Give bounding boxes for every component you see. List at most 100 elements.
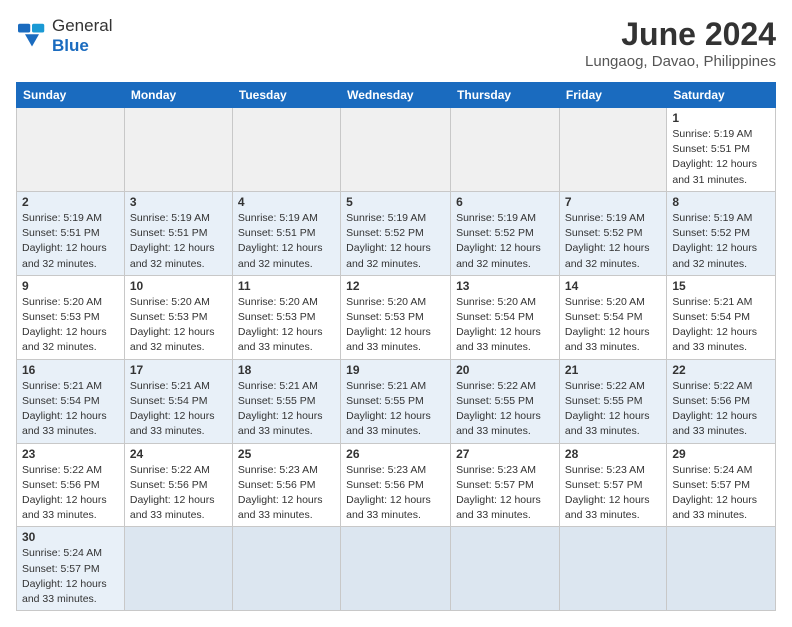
day-number: 4 (238, 195, 335, 209)
day-info: Sunrise: 5:21 AM Sunset: 5:55 PM Dayligh… (238, 379, 335, 440)
calendar-day-cell: 2 Sunrise: 5:19 AM Sunset: 5:51 PM Daylig… (17, 191, 125, 275)
calendar-day-cell: 17 Sunrise: 5:21 AM Sunset: 5:54 PM Dayli… (124, 359, 232, 443)
calendar-day-cell: 11Sunrise: 5:20 AM Sunset: 5:53 PM Dayli… (232, 275, 340, 359)
calendar-day-cell (667, 527, 776, 611)
day-number: 26 (346, 447, 445, 461)
calendar-day-cell: 26 Sunrise: 5:23 AM Sunset: 5:56 PM Dayli… (341, 443, 451, 527)
day-number: 7 (565, 195, 661, 209)
day-number: 15 (672, 279, 770, 293)
day-number: 14 (565, 279, 661, 293)
day-number: 29 (672, 447, 770, 461)
day-number: 3 (130, 195, 227, 209)
calendar-day-cell (124, 527, 232, 611)
calendar-day-cell: 7 Sunrise: 5:19 AM Sunset: 5:52 PM Daylig… (559, 191, 666, 275)
day-info: Sunrise: 5:21 AM Sunset: 5:54 PM Dayligh… (672, 295, 770, 356)
day-info: Sunrise: 5:22 AM Sunset: 5:56 PM Dayligh… (672, 379, 770, 440)
day-info: Sunrise: 5:23 AM Sunset: 5:56 PM Dayligh… (346, 463, 445, 524)
day-number: 24 (130, 447, 227, 461)
calendar-day-cell: 24 Sunrise: 5:22 AM Sunset: 5:56 PM Dayli… (124, 443, 232, 527)
day-number: 17 (130, 363, 227, 377)
day-info: Sunrise: 5:20 AM Sunset: 5:54 PM Dayligh… (565, 295, 661, 356)
calendar-day-cell: 27Sunrise: 5:23 AM Sunset: 5:57 PM Dayli… (451, 443, 560, 527)
calendar-day-cell (559, 108, 666, 192)
calendar-day-cell: 5 Sunrise: 5:19 AM Sunset: 5:52 PM Daylig… (341, 191, 451, 275)
day-number: 13 (456, 279, 554, 293)
day-info: Sunrise: 5:24 AM Sunset: 5:57 PM Dayligh… (22, 546, 119, 607)
day-number: 6 (456, 195, 554, 209)
day-info: Sunrise: 5:19 AM Sunset: 5:52 PM Dayligh… (456, 211, 554, 272)
calendar-week-row: 30Sunrise: 5:24 AM Sunset: 5:57 PM Dayli… (17, 527, 776, 611)
weekday-header: Saturday (667, 83, 776, 108)
day-info: Sunrise: 5:22 AM Sunset: 5:55 PM Dayligh… (565, 379, 661, 440)
day-info: Sunrise: 5:20 AM Sunset: 5:53 PM Dayligh… (22, 295, 119, 356)
day-info: Sunrise: 5:21 AM Sunset: 5:54 PM Dayligh… (22, 379, 119, 440)
logo-icon (16, 22, 48, 50)
day-number: 12 (346, 279, 445, 293)
day-number: 2 (22, 195, 119, 209)
calendar-day-cell: 10 Sunrise: 5:20 AM Sunset: 5:53 PM Dayli… (124, 275, 232, 359)
weekday-header: Tuesday (232, 83, 340, 108)
calendar-day-cell: 6 Sunrise: 5:19 AM Sunset: 5:52 PM Daylig… (451, 191, 560, 275)
day-info: Sunrise: 5:23 AM Sunset: 5:56 PM Dayligh… (238, 463, 335, 524)
day-number: 18 (238, 363, 335, 377)
weekday-header: Wednesday (341, 83, 451, 108)
day-number: 5 (346, 195, 445, 209)
logo: General Blue (16, 16, 112, 57)
day-info: Sunrise: 5:23 AM Sunset: 5:57 PM Dayligh… (456, 463, 554, 524)
day-info: Sunrise: 5:19 AM Sunset: 5:52 PM Dayligh… (565, 211, 661, 272)
day-number: 10 (130, 279, 227, 293)
day-info: Sunrise: 5:19 AM Sunset: 5:51 PM Dayligh… (22, 211, 119, 272)
title-area: June 2024 Lungaog, Davao, Philippines (585, 16, 776, 70)
calendar-day-cell: 12 Sunrise: 5:20 AM Sunset: 5:53 PM Dayli… (341, 275, 451, 359)
calendar-day-cell (232, 108, 340, 192)
day-number: 28 (565, 447, 661, 461)
day-info: Sunrise: 5:20 AM Sunset: 5:53 PM Dayligh… (346, 295, 445, 356)
day-info: Sunrise: 5:21 AM Sunset: 5:55 PM Dayligh… (346, 379, 445, 440)
calendar-day-cell (341, 527, 451, 611)
day-info: Sunrise: 5:24 AM Sunset: 5:57 PM Dayligh… (672, 463, 770, 524)
day-info: Sunrise: 5:23 AM Sunset: 5:57 PM Dayligh… (565, 463, 661, 524)
calendar-day-cell: 9Sunrise: 5:20 AM Sunset: 5:53 PM Daylig… (17, 275, 125, 359)
calendar-day-cell: 22Sunrise: 5:22 AM Sunset: 5:56 PM Dayli… (667, 359, 776, 443)
day-info: Sunrise: 5:22 AM Sunset: 5:56 PM Dayligh… (130, 463, 227, 524)
weekday-header: Thursday (451, 83, 560, 108)
day-info: Sunrise: 5:20 AM Sunset: 5:54 PM Dayligh… (456, 295, 554, 356)
calendar-day-cell: 16Sunrise: 5:21 AM Sunset: 5:54 PM Dayli… (17, 359, 125, 443)
calendar-day-cell: 29 Sunrise: 5:24 AM Sunset: 5:57 PM Dayli… (667, 443, 776, 527)
calendar-day-cell: 30Sunrise: 5:24 AM Sunset: 5:57 PM Dayli… (17, 527, 125, 611)
day-info: Sunrise: 5:20 AM Sunset: 5:53 PM Dayligh… (130, 295, 227, 356)
day-number: 20 (456, 363, 554, 377)
day-info: Sunrise: 5:20 AM Sunset: 5:53 PM Dayligh… (238, 295, 335, 356)
calendar-day-cell: 3Sunrise: 5:19 AM Sunset: 5:51 PM Daylig… (124, 191, 232, 275)
day-number: 23 (22, 447, 119, 461)
calendar-week-row: 23 Sunrise: 5:22 AM Sunset: 5:56 PM Dayli… (17, 443, 776, 527)
day-info: Sunrise: 5:21 AM Sunset: 5:54 PM Dayligh… (130, 379, 227, 440)
calendar-day-cell: 18 Sunrise: 5:21 AM Sunset: 5:55 PM Dayli… (232, 359, 340, 443)
logo-text: General Blue (52, 16, 112, 57)
calendar-day-cell (341, 108, 451, 192)
calendar-day-cell (124, 108, 232, 192)
day-number: 19 (346, 363, 445, 377)
calendar-day-cell (559, 527, 666, 611)
calendar-week-row: 1Sunrise: 5:19 AM Sunset: 5:51 PM Daylig… (17, 108, 776, 192)
calendar-table: SundayMondayTuesdayWednesdayThursdayFrid… (16, 82, 776, 611)
calendar-week-row: 9Sunrise: 5:20 AM Sunset: 5:53 PM Daylig… (17, 275, 776, 359)
day-info: Sunrise: 5:19 AM Sunset: 5:52 PM Dayligh… (346, 211, 445, 272)
calendar-day-cell: 8Sunrise: 5:19 AM Sunset: 5:52 PM Daylig… (667, 191, 776, 275)
calendar-day-cell: 19 Sunrise: 5:21 AM Sunset: 5:55 PM Dayli… (341, 359, 451, 443)
day-number: 21 (565, 363, 661, 377)
weekday-header: Sunday (17, 83, 125, 108)
calendar-week-row: 16Sunrise: 5:21 AM Sunset: 5:54 PM Dayli… (17, 359, 776, 443)
calendar-day-cell: 21 Sunrise: 5:22 AM Sunset: 5:55 PM Dayli… (559, 359, 666, 443)
day-info: Sunrise: 5:22 AM Sunset: 5:55 PM Dayligh… (456, 379, 554, 440)
calendar-day-cell: 25Sunrise: 5:23 AM Sunset: 5:56 PM Dayli… (232, 443, 340, 527)
calendar-day-cell: 23Sunrise: 5:22 AM Sunset: 5:56 PM Dayli… (17, 443, 125, 527)
calendar-subtitle: Lungaog, Davao, Philippines (585, 53, 776, 70)
day-info: Sunrise: 5:19 AM Sunset: 5:51 PM Dayligh… (238, 211, 335, 272)
calendar-day-cell: 15 Sunrise: 5:21 AM Sunset: 5:54 PM Dayli… (667, 275, 776, 359)
day-info: Sunrise: 5:19 AM Sunset: 5:52 PM Dayligh… (672, 211, 770, 272)
calendar-day-cell: 4 Sunrise: 5:19 AM Sunset: 5:51 PM Daylig… (232, 191, 340, 275)
calendar-week-row: 2 Sunrise: 5:19 AM Sunset: 5:51 PM Daylig… (17, 191, 776, 275)
calendar-day-cell: 20 Sunrise: 5:22 AM Sunset: 5:55 PM Dayli… (451, 359, 560, 443)
day-number: 1 (672, 111, 770, 125)
